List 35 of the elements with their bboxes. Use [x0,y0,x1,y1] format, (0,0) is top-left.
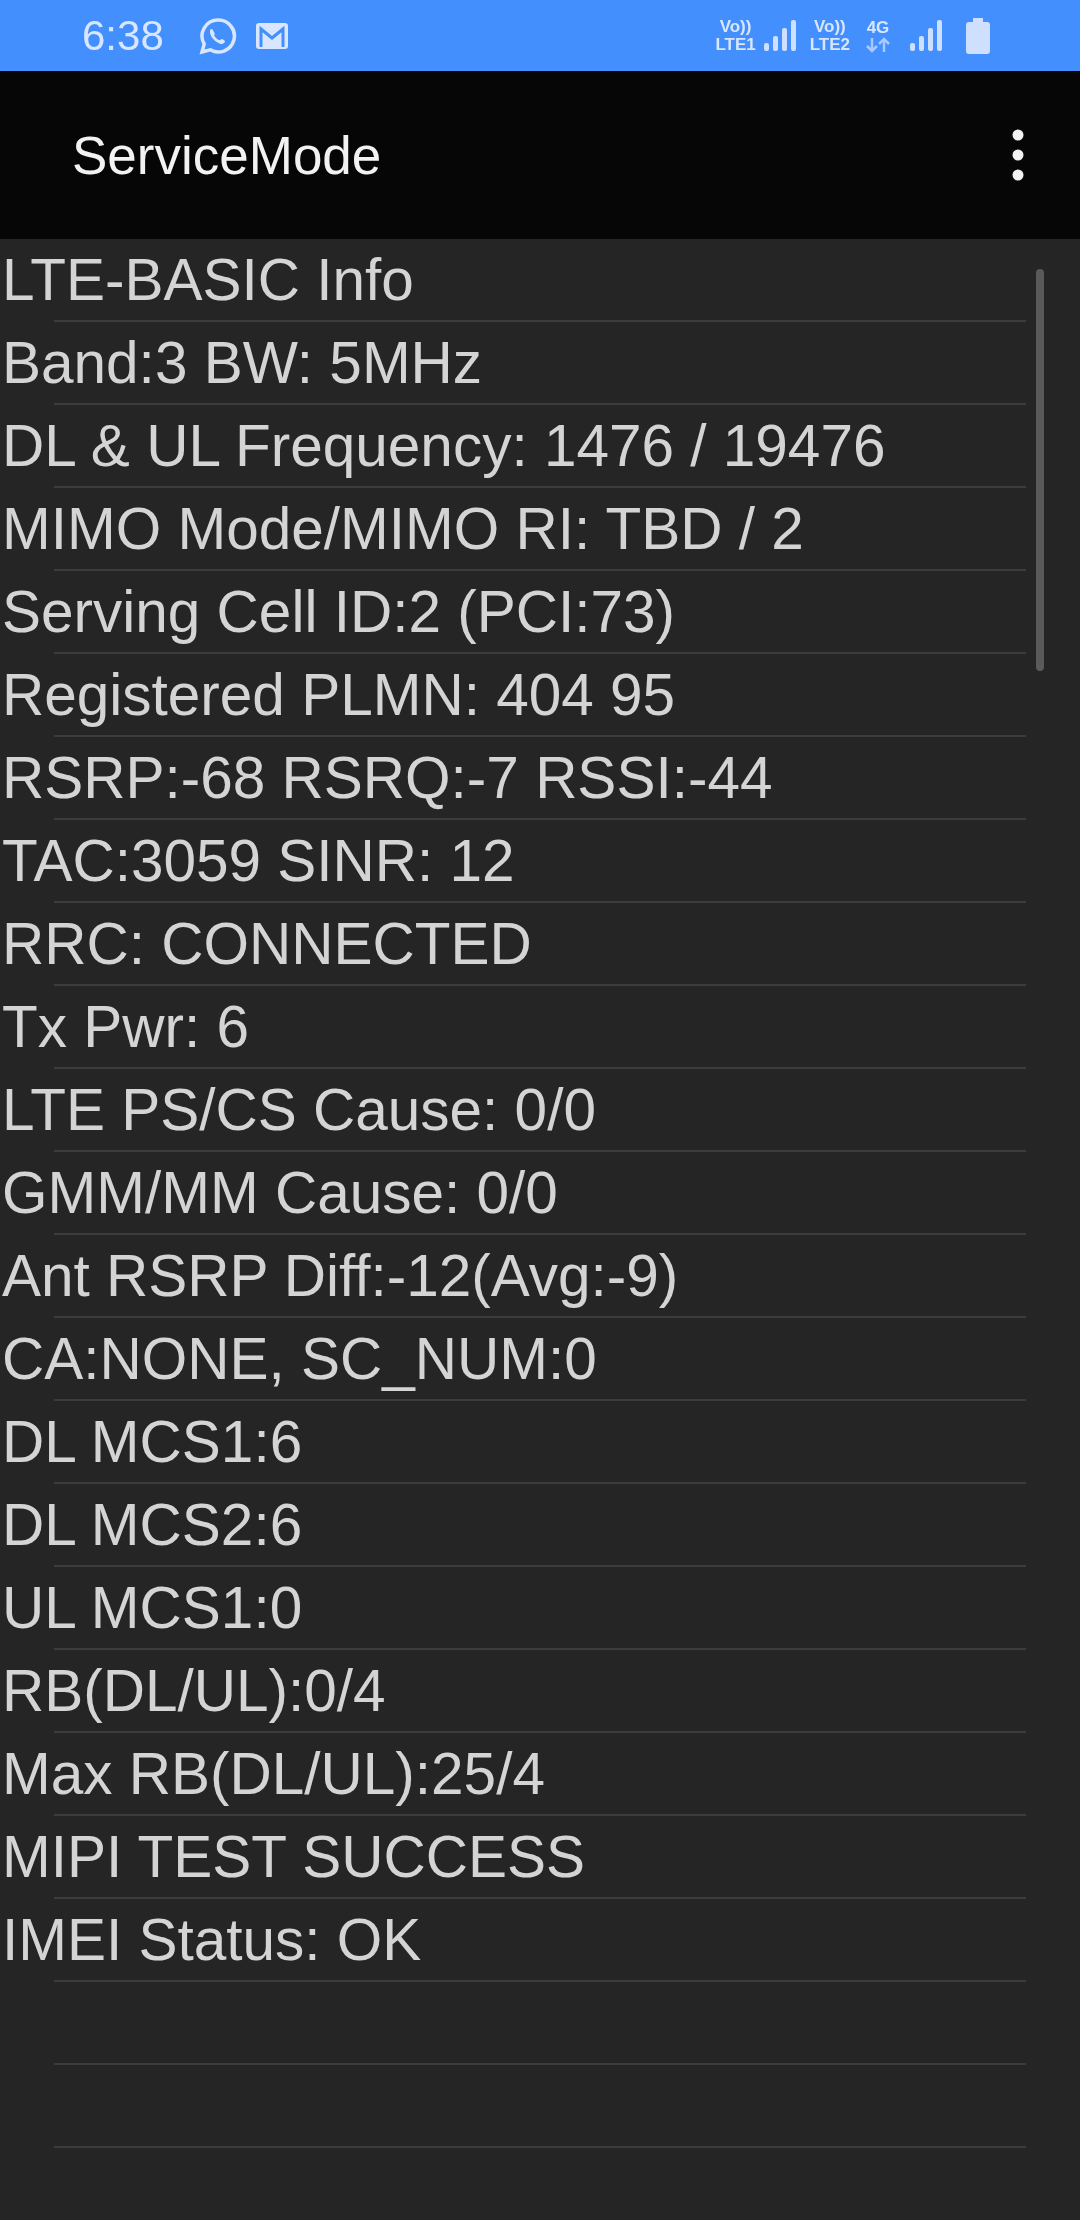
clock: 6:38 [82,11,164,60]
info-line: CA:NONE, SC_NUM:0 [2,1326,597,1392]
info-line: DL MCS2:6 [2,1492,303,1558]
info-line: Ant RSRP Diff:-12(Avg:-9) [2,1243,679,1309]
info-line: TAC:3059 SINR: 12 [2,828,515,894]
data-type-label: 4G [866,18,890,37]
info-line: Registered PLMN: 404 95 [2,662,676,728]
volte-label: Vo)) [813,17,846,36]
chat-app-icon [197,15,238,56]
app-title: ServiceMode [72,124,382,186]
network-label: LTE2 [809,35,850,54]
info-line: MIPI TEST SUCCESS [2,1824,585,1890]
more-vertical-icon [1012,129,1024,181]
info-line: Serving Cell ID:2 (PCI:73) [2,579,675,645]
info-line: MIMO Mode/MIMO RI: TBD / 2 [2,496,804,562]
info-line: RB(DL/UL):0/4 [2,1658,386,1724]
network-label: LTE1 [715,35,756,54]
volte-label: Vo)) [719,17,752,36]
signal-icon [908,18,942,53]
info-line: LTE PS/CS Cause: 0/0 [2,1077,596,1143]
info-line: GMM/MM Cause: 0/0 [2,1160,558,1226]
battery-icon [966,17,990,54]
info-line: Tx Pwr: 6 [2,994,250,1060]
info-line: Band:3 BW: 5MHz [2,330,483,396]
info-line: RRC: CONNECTED [2,911,532,977]
mail-icon [253,20,290,51]
info-line: DL MCS1:6 [2,1409,303,1475]
info-line: LTE-BASIC Info [2,247,414,313]
signal-icon [761,18,796,53]
info-line: RSRP:-68 RSRQ:-7 RSSI:-44 [2,745,773,811]
info-line: UL MCS1:0 [2,1575,303,1641]
info-line: IMEI Status: OK [2,1907,422,1973]
info-line: Max RB(DL/UL):25/4 [2,1741,545,1807]
data-arrows-icon [866,36,890,53]
info-line: DL & UL Frequency: 1476 / 19476 [2,413,886,479]
